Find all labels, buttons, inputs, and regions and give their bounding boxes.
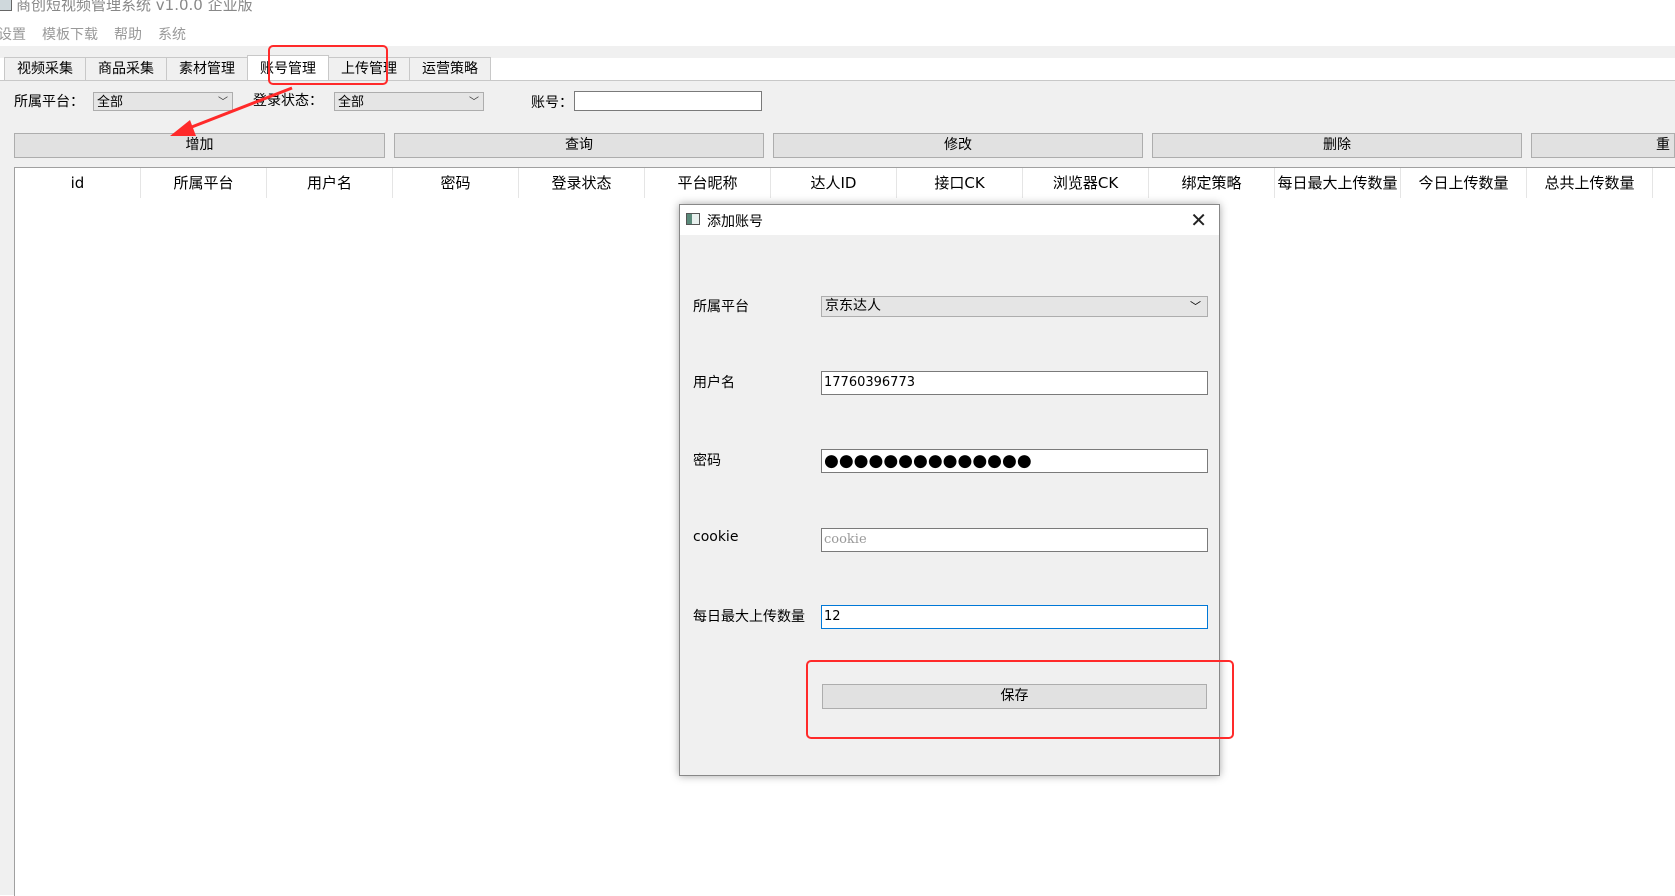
red-arrow-icon — [170, 86, 293, 136]
